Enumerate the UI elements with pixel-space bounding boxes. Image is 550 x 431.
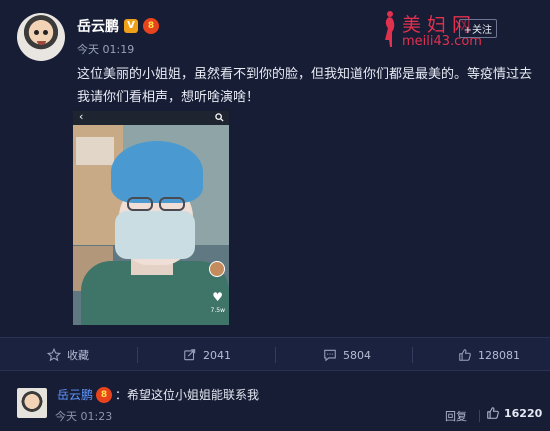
- action-divider: [137, 347, 138, 363]
- action-divider: [412, 347, 413, 363]
- glasses-lens: [159, 197, 185, 211]
- comment-divider: [479, 410, 480, 422]
- back-arrow-icon: ‹: [79, 111, 84, 123]
- author-avatar[interactable]: [17, 13, 65, 61]
- verified-badge-icon: V: [124, 19, 138, 33]
- avatar-eye: [34, 30, 39, 35]
- post-time[interactable]: 今天 01:19: [77, 41, 134, 57]
- post-action-bar: 收藏 2041 5804 128081: [0, 337, 550, 371]
- reply-button[interactable]: 回复: [445, 408, 467, 424]
- face-mask: [115, 211, 195, 259]
- author-name[interactable]: 岳云鹏: [77, 16, 119, 36]
- favorite-button[interactable]: 收藏: [47, 338, 89, 372]
- background-box: [76, 137, 114, 165]
- post-text-line: 我请你们看相声，想听啥演啥！: [77, 90, 260, 105]
- follow-button[interactable]: +关注: [458, 19, 497, 38]
- action-divider: [275, 347, 276, 363]
- heart-icon: ♥: [212, 290, 223, 304]
- comment-text: ：希望这位小姐姐能联系我: [115, 388, 260, 402]
- thumbs-up-icon: [487, 407, 499, 419]
- comment-icon: [324, 349, 336, 362]
- avatar-eye: [43, 30, 48, 35]
- comment-count: 5804: [343, 348, 371, 362]
- post-text: 这位美丽的小姐姐，虽然看不到你的脸，但我知道你们都是最美的。等疫情过去 我请你们…: [77, 63, 537, 109]
- share-icon: [184, 349, 196, 361]
- woman-silhouette-icon: [385, 11, 395, 47]
- post-video-thumbnail[interactable]: ♥ 7.5w ‹: [73, 111, 229, 325]
- comment-like-count: 16220: [504, 406, 543, 420]
- avatar-mouth: [37, 41, 46, 45]
- author-name-row: 岳云鹏 V 8: [77, 16, 159, 36]
- like-button[interactable]: 128081: [458, 338, 520, 372]
- share-count: 2041: [203, 348, 231, 362]
- post-text-line: 这位美丽的小姐姐，虽然看不到你的脸，但我知道你们都是最美的。等疫情过去: [77, 67, 533, 82]
- commenter-name[interactable]: 岳云鹏: [57, 386, 93, 403]
- creator-avatar-icon: [209, 261, 225, 277]
- thumbs-up-icon: [459, 349, 471, 361]
- comment-like-button[interactable]: 16220: [486, 406, 542, 420]
- watermark: 美妇网 meili43.com: [380, 10, 530, 52]
- favorite-label: 收藏: [67, 349, 89, 362]
- star-icon: [47, 348, 61, 362]
- glasses-lens: [127, 197, 153, 211]
- video-like-count: 7.5w: [210, 307, 225, 314]
- comment-line: 岳云鹏 8 ：希望这位小姐姐能联系我: [57, 386, 259, 403]
- comment-time: 今天 01:23: [55, 410, 113, 423]
- search-icon: [215, 113, 224, 122]
- surgical-cap: [111, 141, 203, 203]
- commenter-avatar[interactable]: [17, 388, 47, 418]
- rank-badge-icon: 8: [96, 386, 113, 403]
- share-button[interactable]: 2041: [183, 338, 231, 372]
- rank-badge-icon: 8: [143, 18, 159, 34]
- comment-button[interactable]: 5804: [323, 338, 371, 372]
- video-top-bar: ‹: [73, 111, 229, 125]
- like-count: 128081: [478, 348, 520, 362]
